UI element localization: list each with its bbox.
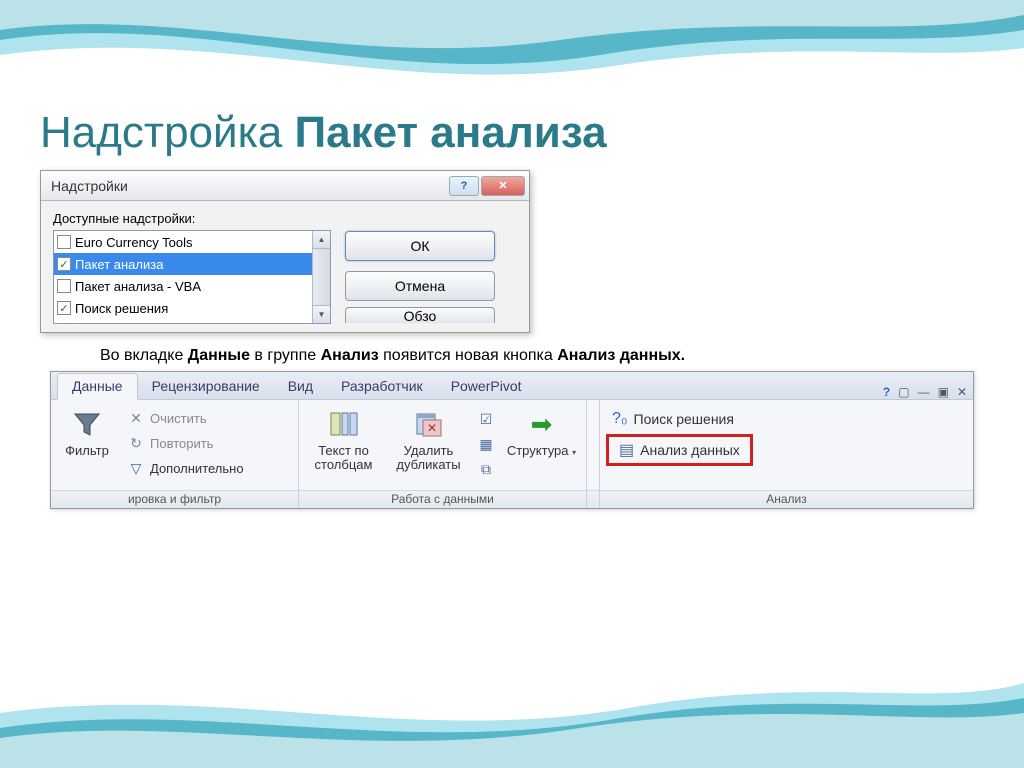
arrow-right-icon: ➡ (523, 406, 559, 442)
text-columns-icon (326, 406, 362, 442)
structure-button[interactable]: ➡ Структура ▾ (503, 404, 580, 458)
checkbox-icon[interactable] (57, 279, 71, 293)
data-validation-icon[interactable]: ☑ (475, 408, 497, 430)
list-item[interactable]: Euro Currency Tools (54, 231, 312, 253)
scroll-down-icon[interactable]: ▼ (313, 305, 330, 323)
reapply-filter-button[interactable]: ↻Повторить (123, 431, 283, 455)
ok-button[interactable]: ОК (345, 231, 495, 261)
clear-icon: ✕ (127, 409, 145, 427)
checkbox-icon[interactable] (57, 301, 71, 315)
solver-button[interactable]: ?₀ Поиск решения (606, 406, 740, 432)
tab-developer[interactable]: Разработчик (327, 374, 437, 399)
consolidate-icon[interactable]: ▦ (475, 433, 497, 455)
browse-button[interactable]: Обзо (345, 307, 495, 323)
wave-decoration-bottom (0, 628, 1024, 768)
advanced-icon: ▽ (127, 459, 145, 477)
reapply-icon: ↻ (127, 434, 145, 452)
description-text: Во вкладке Данные в группе Анализ появит… (100, 347, 984, 365)
checkbox-icon[interactable] (57, 257, 71, 271)
list-item[interactable]: Пакет анализа (54, 253, 312, 275)
window-restore-icon[interactable]: ▣ (938, 385, 949, 399)
data-analysis-highlight: ▤ Анализ данных (606, 434, 753, 466)
close-button[interactable]: ✕ (481, 176, 525, 196)
clear-filter-button[interactable]: ✕Очистить (123, 406, 283, 430)
ribbon-tabs: Данные Рецензирование Вид Разработчик Po… (51, 372, 973, 400)
data-analysis-button[interactable]: ▤ Анализ данных (613, 437, 746, 463)
addins-dialog: Надстройки ? ✕ Доступные надстройки: Eur… (40, 170, 530, 333)
group-label-analysis: Анализ (600, 490, 973, 508)
dialog-title: Надстройки (51, 178, 128, 194)
window-close-icon[interactable]: ✕ (957, 385, 967, 399)
dialog-titlebar[interactable]: Надстройки ? ✕ (41, 171, 529, 201)
slide-title: Надстройка Пакет анализа (40, 108, 984, 158)
scroll-up-icon[interactable]: ▲ (313, 231, 330, 249)
tab-powerpivot[interactable]: PowerPivot (437, 374, 536, 399)
tab-data[interactable]: Данные (57, 373, 138, 400)
help-button[interactable]: ? (449, 176, 479, 196)
ribbon-help-icon[interactable]: ? (883, 385, 890, 399)
advanced-filter-button[interactable]: ▽Дополнительно (123, 456, 283, 480)
available-addins-label: Доступные надстройки: (53, 211, 331, 226)
tab-review[interactable]: Рецензирование (138, 374, 274, 399)
text-to-columns-button[interactable]: Текст по столбцам (305, 404, 382, 473)
addins-listbox[interactable]: Euro Currency Tools Пакет анализа Пакет … (53, 230, 331, 324)
remove-duplicates-button[interactable]: ✕ Удалить дубликаты (388, 404, 469, 473)
cancel-button[interactable]: Отмена (345, 271, 495, 301)
tab-view[interactable]: Вид (274, 374, 327, 399)
window-minimize-icon[interactable]: — (918, 385, 930, 399)
solver-icon: ?₀ (612, 410, 628, 428)
scrollbar[interactable]: ▲ ▼ (312, 231, 330, 323)
whatif-icon[interactable]: ⧉ (475, 458, 497, 480)
funnel-icon (69, 406, 105, 442)
list-item[interactable]: Пакет анализа - VBA (54, 275, 312, 297)
ribbon: Данные Рецензирование Вид Разработчик Po… (50, 371, 974, 509)
remove-duplicates-icon: ✕ (411, 406, 447, 442)
svg-text:✕: ✕ (426, 421, 436, 435)
group-label-sort-filter: ировка и фильтр (51, 490, 298, 508)
list-item[interactable]: Поиск решения (54, 297, 312, 319)
checkbox-icon[interactable] (57, 235, 71, 249)
minimize-ribbon-icon[interactable]: ▢ (898, 385, 909, 399)
data-analysis-icon: ▤ (619, 440, 634, 460)
group-label-data-tools: Работа с данными (299, 490, 586, 508)
filter-button[interactable]: Фильтр (57, 404, 117, 458)
